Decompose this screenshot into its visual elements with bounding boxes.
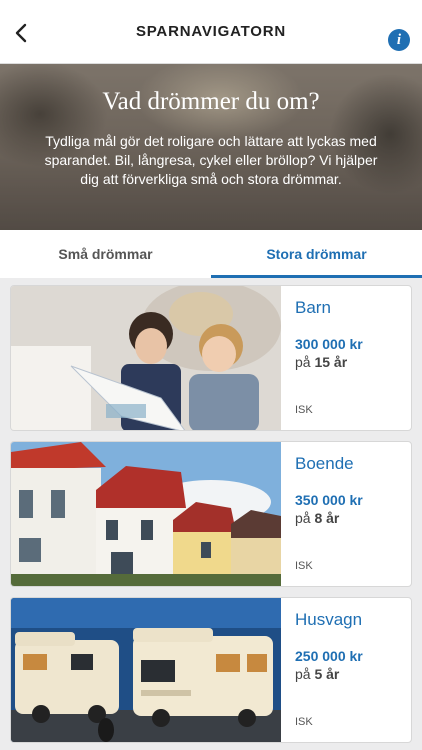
card-info: Boende 350 000 kr på 8 år ISK bbox=[281, 442, 411, 586]
hero-text: Tydliga mål gör det roligare och lättare… bbox=[44, 133, 378, 187]
nav-bar: SPARNAVIGATORN i bbox=[0, 0, 422, 64]
chevron-left-icon bbox=[15, 23, 27, 43]
card-amount: 350 000 kr bbox=[295, 492, 363, 508]
card-amount: 300 000 kr bbox=[295, 336, 363, 352]
dream-card-boende[interactable]: Boende 350 000 kr på 8 år ISK bbox=[10, 441, 412, 587]
card-account-tag: ISK bbox=[295, 404, 313, 416]
card-period: på 15 år bbox=[295, 354, 411, 370]
hero-banner: Vad drömmer du om? Tydliga mål gör det r… bbox=[0, 64, 422, 230]
card-period: på 8 år bbox=[295, 510, 411, 526]
page-title: SPARNAVIGATORN bbox=[135, 23, 287, 40]
card-title: Boende bbox=[295, 454, 354, 473]
card-image-houses bbox=[11, 442, 281, 586]
card-period-prefix: på bbox=[295, 510, 311, 526]
tab-big-dreams[interactable]: Stora drömmar bbox=[211, 230, 422, 278]
card-period-value: 5 år bbox=[314, 666, 340, 682]
card-account-tag: ISK bbox=[295, 560, 313, 572]
card-period-value: 8 år bbox=[314, 510, 340, 526]
card-image-children-reading bbox=[11, 286, 281, 430]
card-period-value: 15 år bbox=[314, 354, 348, 370]
info-icon[interactable]: i bbox=[388, 29, 410, 51]
tab-small-dreams[interactable]: Små drömmar bbox=[0, 230, 211, 278]
hero-title: Vad drömmer du om? bbox=[102, 88, 320, 115]
card-info: Husvagn 250 000 kr på 5 år ISK bbox=[281, 598, 411, 742]
card-account-tag: ISK bbox=[295, 716, 313, 728]
card-period-prefix: på bbox=[295, 666, 311, 682]
card-period: på 5 år bbox=[295, 666, 411, 682]
card-title: Husvagn bbox=[295, 610, 363, 629]
dream-card-barn[interactable]: Barn 300 000 kr på 15 år ISK bbox=[10, 285, 412, 431]
back-button[interactable] bbox=[8, 20, 34, 46]
card-period-prefix: på bbox=[295, 354, 311, 370]
card-image-campers bbox=[11, 598, 281, 742]
card-title: Barn bbox=[295, 298, 331, 317]
card-info: Barn 300 000 kr på 15 år ISK bbox=[281, 286, 411, 430]
tab-bar: Små drömmar Stora drömmar bbox=[0, 230, 422, 278]
dream-card-husvagn[interactable]: Husvagn 250 000 kr på 5 år ISK bbox=[10, 597, 412, 743]
card-amount: 250 000 kr bbox=[295, 648, 363, 664]
